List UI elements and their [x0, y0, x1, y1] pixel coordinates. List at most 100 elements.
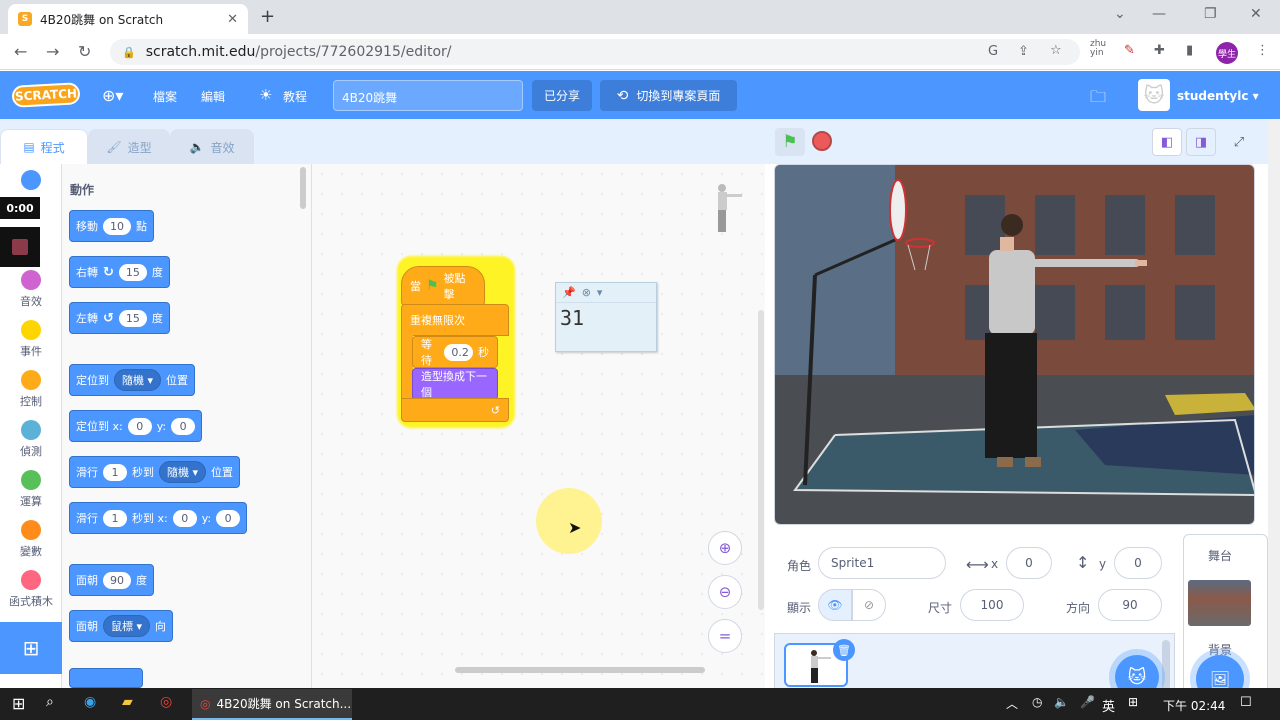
restore-icon[interactable]: ❐: [1204, 6, 1217, 22]
zoom-in-icon[interactable]: ⊕: [708, 531, 742, 565]
new-tab-icon[interactable]: +: [260, 6, 275, 27]
category-motion[interactable]: [0, 170, 62, 193]
delete-sprite-icon[interactable]: 🗑: [833, 639, 855, 661]
profile-avatar[interactable]: 學生: [1216, 42, 1238, 64]
close-note-icon[interactable]: ⊗: [582, 286, 591, 299]
category-operators[interactable]: 運算: [0, 470, 62, 509]
google-icon[interactable]: G: [988, 44, 998, 59]
sticky-note[interactable]: 📌 ⊗ ▾ 31: [555, 282, 657, 352]
block-input[interactable]: 0: [172, 509, 197, 527]
block-point-direction[interactable]: 面朝 90 度: [69, 564, 154, 596]
category-control[interactable]: 控制: [0, 370, 62, 409]
page-scrollbar[interactable]: [1268, 119, 1280, 690]
block-dropdown[interactable]: 鼠標 ▾: [103, 615, 151, 637]
script-horizontal-scrollbar[interactable]: [455, 667, 705, 673]
block-goto[interactable]: 定位到 隨機 ▾ 位置: [69, 364, 196, 396]
forever-block[interactable]: 重複無限次: [401, 304, 509, 336]
script-vertical-scrollbar[interactable]: [758, 310, 764, 610]
chevron-down-icon[interactable]: ▾: [597, 286, 603, 299]
ime-settings-icon[interactable]: ⊞: [1128, 695, 1138, 709]
tab-costumes[interactable]: 🖌 造型: [88, 129, 170, 164]
stop-button[interactable]: [812, 131, 832, 151]
ime-indicator[interactable]: 英: [1102, 696, 1115, 715]
back-icon[interactable]: ←: [14, 42, 27, 61]
menu-dots-icon[interactable]: ⋮: [1256, 43, 1269, 58]
notifications-icon[interactable]: ☐: [1240, 695, 1252, 710]
recording-stop-button[interactable]: [0, 227, 40, 267]
edit-menu[interactable]: 編輯: [201, 88, 225, 105]
file-menu[interactable]: 檔案: [153, 88, 177, 105]
block-point-towards[interactable]: 面朝 鼠標 ▾ 向: [69, 610, 174, 642]
minimize-icon[interactable]: —: [1152, 6, 1166, 22]
file-explorer-icon[interactable]: ▰: [122, 694, 133, 710]
category-sensing[interactable]: 偵測: [0, 420, 62, 459]
tab-sounds[interactable]: 🔈 音效: [170, 129, 254, 164]
normal-stage-icon[interactable]: ◨: [1186, 128, 1216, 156]
sprite-list-scrollbar[interactable]: [1162, 640, 1170, 690]
block-move[interactable]: 移動 10 點: [69, 210, 154, 242]
chevron-down-icon[interactable]: ⌄: [1114, 6, 1126, 22]
direction-input[interactable]: 90: [1098, 589, 1162, 621]
close-tab-icon[interactable]: ✕: [227, 12, 238, 27]
chrome-icon[interactable]: ◎: [160, 694, 172, 710]
system-clock[interactable]: 下午 02:44: [1163, 697, 1225, 714]
note-value[interactable]: 31: [556, 303, 656, 333]
username-menu[interactable]: studentylc ▾: [1177, 89, 1259, 103]
block-input[interactable]: 0: [216, 509, 241, 527]
block-turn-left[interactable]: 左轉 ↺ 15 度: [69, 302, 170, 334]
microphone-icon[interactable]: 🎤: [1080, 695, 1095, 709]
block-turn-right[interactable]: 右轉 ↻ 15 度: [69, 256, 170, 288]
globe-language-icon[interactable]: ⊕▾: [102, 86, 123, 105]
pen-extension-icon[interactable]: ✎: [1124, 43, 1135, 58]
block-dropdown[interactable]: 隨機 ▾: [114, 369, 162, 391]
project-title-input[interactable]: 4B20跳舞: [333, 80, 523, 111]
zoom-reset-icon[interactable]: =: [708, 619, 742, 653]
tray-clock-icon[interactable]: ◷: [1032, 695, 1042, 709]
block-dropdown[interactable]: 隨機 ▾: [159, 461, 207, 483]
category-events[interactable]: 事件: [0, 320, 62, 359]
block-glide[interactable]: 滑行 1 秒到 隨機 ▾ 位置: [69, 456, 241, 488]
block-input[interactable]: 15: [118, 309, 147, 327]
script-area[interactable]: [312, 164, 765, 690]
size-input[interactable]: 100: [960, 589, 1024, 621]
stage-canvas[interactable]: [774, 164, 1255, 525]
block-input[interactable]: 0.2: [444, 343, 473, 361]
extensions-puzzle-icon[interactable]: ✚: [1154, 43, 1165, 58]
forward-icon[interactable]: →: [46, 42, 59, 61]
category-variables[interactable]: 變數: [0, 520, 62, 559]
address-bar[interactable]: 🔒 scratch.mit.edu/projects/772602915/edi…: [110, 39, 1080, 65]
add-extension-button[interactable]: ⊞: [0, 622, 62, 674]
block-glide-xy[interactable]: 滑行 1 秒到 x: 0 y: 0: [69, 502, 248, 534]
zhuyin-extension-icon[interactable]: zhu yin: [1090, 40, 1106, 58]
reload-icon[interactable]: ↻: [78, 42, 91, 61]
block-input[interactable]: 15: [118, 263, 147, 281]
bookmark-star-icon[interactable]: ☆: [1050, 43, 1062, 58]
see-project-page-button[interactable]: ⟲ 切換到專案頁面: [600, 80, 737, 111]
shared-button[interactable]: 已分享: [532, 80, 592, 111]
block-input[interactable]: 10: [103, 217, 131, 235]
tray-chevron-up-icon[interactable]: ︿: [1006, 695, 1018, 712]
block-input[interactable]: 0: [171, 417, 196, 435]
x-input[interactable]: 0: [1006, 547, 1052, 579]
tutorials-menu[interactable]: 教程: [283, 88, 307, 105]
block-input[interactable]: 1: [103, 463, 127, 481]
category-myblocks[interactable]: 函式積木: [0, 570, 62, 609]
show-visible-icon[interactable]: 👁: [818, 589, 852, 621]
pin-icon[interactable]: 📌: [562, 286, 576, 299]
zoom-out-icon[interactable]: ⊖: [708, 575, 742, 609]
tab-code[interactable]: ▤ 程式: [0, 129, 88, 164]
fullscreen-icon[interactable]: ⤢: [1224, 128, 1254, 156]
volume-icon[interactable]: 🔈: [1054, 695, 1069, 709]
y-input[interactable]: 0: [1114, 547, 1162, 579]
close-window-icon[interactable]: ✕: [1250, 6, 1262, 22]
windows-start-icon[interactable]: ⊞: [12, 694, 25, 713]
taskbar-chrome-app[interactable]: ◎ 4B20跳舞 on Scratch...: [192, 689, 352, 720]
next-costume-block[interactable]: 造型換成下一個: [412, 368, 498, 400]
scratch-logo[interactable]: SCRATCH: [11, 82, 81, 108]
wait-block[interactable]: 等待 0.2 秒: [412, 336, 498, 368]
sprite-name-input[interactable]: Sprite1: [818, 547, 946, 579]
user-avatar[interactable]: 🐱: [1138, 79, 1170, 111]
my-stuff-folder-icon[interactable]: 🗀: [1090, 86, 1106, 113]
browser-tab[interactable]: S 4B20跳舞 on Scratch ✕: [8, 4, 248, 34]
block-partial[interactable]: [69, 668, 143, 688]
